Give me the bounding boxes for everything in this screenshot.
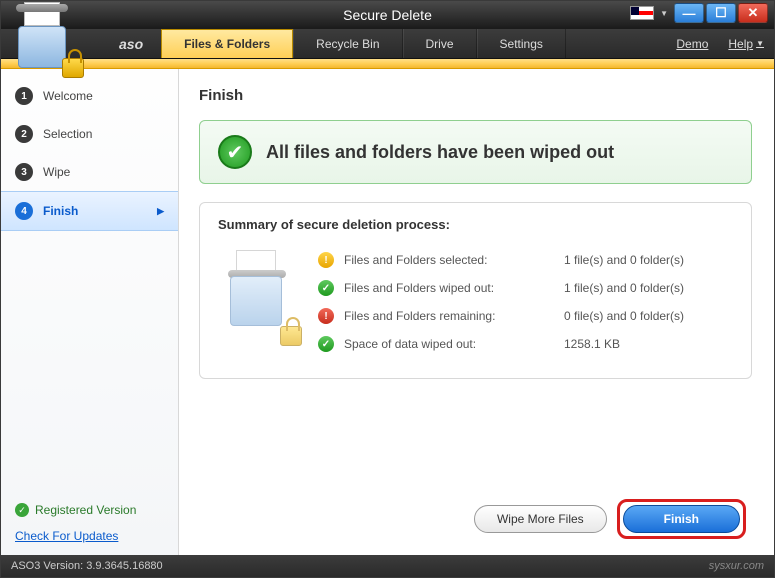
summary-row-selected: ! Files and Folders selected: 1 file(s) … <box>318 246 733 274</box>
shredder-icon <box>218 246 308 356</box>
step-label: Selection <box>43 127 92 141</box>
sidebar-step-finish[interactable]: 4 Finish ▶ <box>1 191 178 231</box>
main-content: Finish ✔ All files and folders have been… <box>179 69 774 555</box>
registered-status: ✓ Registered Version <box>15 503 164 517</box>
summary-row-space: ✓ Space of data wiped out: 1258.1 KB <box>318 330 733 358</box>
titlebar: Secure Delete ▼ — ☐ ✕ <box>1 1 774 29</box>
highlight-ring: Finish <box>617 499 746 539</box>
chevron-down-icon[interactable]: ▼ <box>660 9 668 18</box>
tab-drive[interactable]: Drive <box>403 29 477 58</box>
wipe-more-button[interactable]: Wipe More Files <box>474 505 607 533</box>
step-label: Welcome <box>43 89 93 103</box>
check-icon: ✓ <box>318 336 334 352</box>
error-icon: ! <box>318 308 334 324</box>
page-title: Finish <box>199 87 752 104</box>
language-flag-icon[interactable] <box>630 6 654 20</box>
warning-icon: ! <box>318 252 334 268</box>
demo-link[interactable]: Demo <box>666 29 718 58</box>
sidebar-step-selection[interactable]: 2 Selection <box>1 115 178 153</box>
sidebar-step-welcome[interactable]: 1 Welcome <box>1 77 178 115</box>
step-label: Finish <box>43 204 78 218</box>
sidebar-step-wipe[interactable]: 3 Wipe <box>1 153 178 191</box>
help-menu[interactable]: Help▼ <box>718 29 774 58</box>
step-number-icon: 1 <box>15 87 33 105</box>
finish-button[interactable]: Finish <box>623 505 740 533</box>
summary-row-wiped: ✓ Files and Folders wiped out: 1 file(s)… <box>318 274 733 302</box>
check-updates-link[interactable]: Check For Updates <box>15 529 164 543</box>
step-label: Wipe <box>43 165 70 179</box>
accent-strip <box>1 59 774 69</box>
summary-row-remaining: ! Files and Folders remaining: 0 file(s)… <box>318 302 733 330</box>
tab-files-folders[interactable]: Files & Folders <box>161 29 293 58</box>
summary-title: Summary of secure deletion process: <box>218 217 733 232</box>
version-label: ASO3 Version: 3.9.3645.16880 <box>11 560 163 572</box>
success-message: All files and folders have been wiped ou… <box>266 142 614 163</box>
close-button[interactable]: ✕ <box>738 3 768 23</box>
statusbar: ASO3 Version: 3.9.3645.16880 sysxur.com <box>1 555 774 577</box>
check-icon: ✔ <box>218 135 252 169</box>
action-row: Wipe More Files Finish <box>199 485 752 545</box>
brand-label: aso <box>101 29 161 58</box>
watermark: sysxur.com <box>709 560 764 572</box>
check-icon: ✓ <box>15 503 29 517</box>
app-shredder-icon <box>10 6 90 76</box>
step-number-icon: 3 <box>15 163 33 181</box>
chevron-right-icon: ▶ <box>157 206 164 217</box>
tab-settings[interactable]: Settings <box>477 29 566 58</box>
chevron-down-icon: ▼ <box>756 39 764 48</box>
maximize-button[interactable]: ☐ <box>706 3 736 23</box>
check-icon: ✓ <box>318 280 334 296</box>
summary-panel: Summary of secure deletion process: ! Fi… <box>199 202 752 379</box>
step-number-icon: 4 <box>15 202 33 220</box>
menubar: aso Files & Folders Recycle Bin Drive Se… <box>1 29 774 59</box>
minimize-button[interactable]: — <box>674 3 704 23</box>
sidebar: 1 Welcome 2 Selection 3 Wipe 4 Finish ▶ … <box>1 69 179 555</box>
step-number-icon: 2 <box>15 125 33 143</box>
tab-recycle-bin[interactable]: Recycle Bin <box>293 29 402 58</box>
success-banner: ✔ All files and folders have been wiped … <box>199 120 752 184</box>
window-title: Secure Delete <box>343 7 432 23</box>
